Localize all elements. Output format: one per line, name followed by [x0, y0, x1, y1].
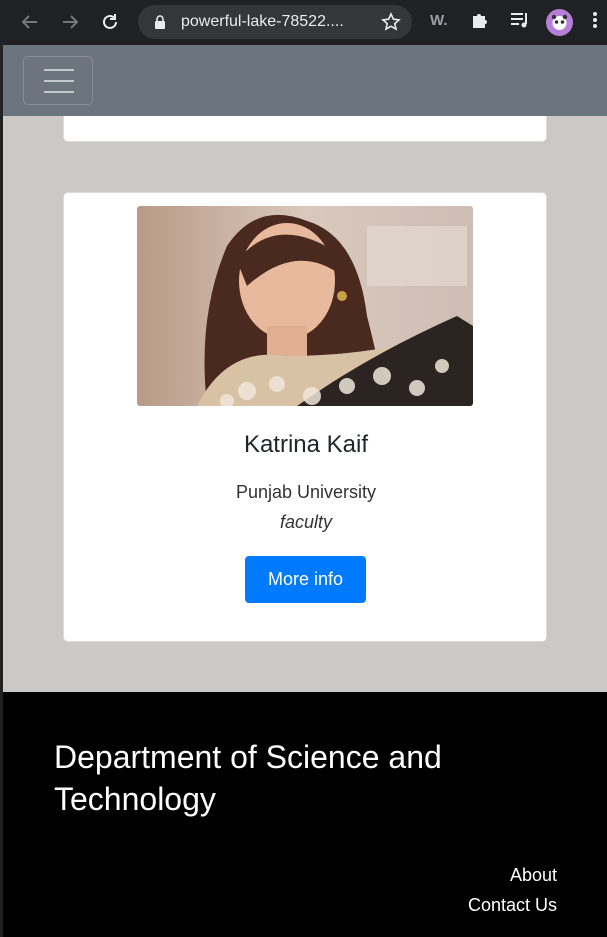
url-text: powerful-lake-78522.... — [181, 13, 344, 30]
profile-avatar[interactable] — [546, 9, 573, 36]
reload-icon — [103, 14, 117, 29]
person-card: Katrina Kaif Punjab University faculty M… — [63, 192, 547, 642]
hamburger-icon — [44, 69, 74, 71]
more-vert-icon[interactable] — [592, 10, 598, 30]
extension-w-icon[interactable]: W. — [430, 12, 448, 29]
page: Katrina Kaif Punjab University faculty M… — [3, 45, 607, 937]
person-university: Punjab University — [235, 482, 377, 502]
hamburger-icon-line — [44, 91, 74, 93]
more-info-button[interactable]: More info — [245, 556, 366, 603]
back-button[interactable] — [16, 8, 44, 36]
navbar — [3, 45, 607, 116]
footer-link-about[interactable]: About — [468, 860, 557, 890]
person-photo — [137, 206, 473, 406]
reload-button[interactable] — [96, 8, 124, 36]
footer-links: About Contact Us — [468, 860, 557, 920]
browser-toolbar: powerful-lake-78522.... W. — [0, 0, 607, 45]
person-role: faculty — [279, 512, 333, 532]
forward-button[interactable] — [56, 8, 84, 36]
reading-list-icon[interactable] — [509, 10, 531, 30]
footer-title: Department of Science and Technology — [54, 739, 442, 817]
arrow-left-icon — [21, 15, 37, 29]
person-name: Katrina Kaif — [243, 431, 369, 458]
hamburger-icon-line — [44, 80, 74, 82]
lock-icon — [155, 15, 165, 29]
address-bar[interactable]: powerful-lake-78522.... — [138, 5, 412, 39]
star-icon[interactable] — [381, 12, 401, 32]
footer-link-contact[interactable]: Contact Us — [468, 890, 557, 920]
puzzle-icon[interactable] — [470, 10, 490, 30]
footer: Department of Science and Technology Abo… — [3, 692, 607, 937]
panda-avatar-icon — [551, 14, 568, 30]
navbar-toggler-button[interactable] — [23, 56, 93, 105]
arrow-right-icon — [63, 15, 79, 29]
